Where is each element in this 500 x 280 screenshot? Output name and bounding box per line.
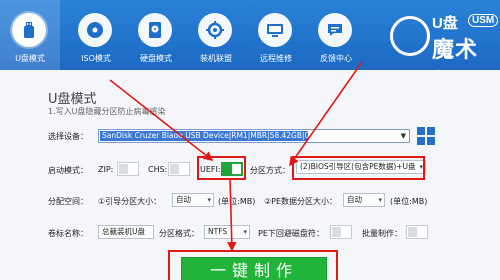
device-select[interactable]: SanDisk Cruzer Blade USB Device|RM1|MBR|… [98,129,410,143]
mode-title: U盘模式 [48,92,97,107]
pe-hide-toggle[interactable] [330,225,352,239]
partition-highlight-box [292,156,425,180]
nav-label: 硬盘模式 [140,54,172,63]
volume-label: 卷标名称： [48,229,88,238]
nav-label: U盘模式 [15,54,45,63]
pe-size-value: 自动 [347,195,362,204]
chevron-down-icon: ▾ [243,228,247,236]
top-nav-bar: U盘模式 ISO模式 硬盘模式 装机联盟 远程维修 反馈中心 U盘 USM 魔术 [0,0,500,95]
chevron-down-icon: ▾ [207,196,211,204]
boot-size-select[interactable]: 自动 ▾ [172,193,214,207]
make-button-highlight-box [168,250,338,280]
boot-size-label: ①引导分区大小： [98,197,162,206]
zip-toggle[interactable] [117,162,139,176]
hard-disk-icon [138,13,172,47]
nav-label: 装机联盟 [200,54,232,63]
chs-toggle[interactable] [168,162,190,176]
app-logo: U盘 USM 魔术师 [388,8,499,95]
batch-toggle[interactable] [406,225,428,239]
nav-usb-mode[interactable]: U盘模式 [0,0,60,70]
fs-label: 分区格式： [159,229,199,238]
nav-install-union[interactable]: 装机联盟 [186,0,246,70]
feedback-icon [318,13,352,47]
boot-size-value: 自动 [176,195,191,204]
mode-description: 1.写入U盘隐藏分区防止病毒感染 [48,107,166,116]
nav-label: ISO模式 [81,54,111,63]
app-window: U盘模式 ISO模式 硬盘模式 装机联盟 远程维修 反馈中心 U盘 USM 魔术… [0,0,500,280]
allocate-label: 分配空间： [48,197,88,206]
fs-select[interactable]: NTFS ▾ [204,225,250,239]
boot-unit-label: (单位:MB) [218,197,256,206]
nav-remote-repair[interactable]: 远程维修 [246,0,306,70]
boot-mode-label: 启动模式： [48,166,88,175]
logo-usm: USM [468,14,499,27]
nav-feedback-center[interactable]: 反馈中心 [306,0,366,70]
volume-name-value: 总裁装机U盘 [102,227,145,236]
disc-icon [78,13,112,47]
chs-label: CHS: [148,165,168,174]
pe-unit-label: (单位:MB) [390,197,428,206]
batch-label: 批量制作： [362,229,402,238]
partition-mode-label: 分区方式： [250,166,290,175]
tools-icon [198,13,232,47]
chevron-down-icon: ▾ [378,196,382,204]
logo-u: U盘 [432,15,458,32]
pe-size-label: ②PE数据分区大小： [264,197,338,206]
zip-label: ZIP: [98,165,114,174]
pe-hide-label: PE下回避磁盘符： [258,229,324,238]
volume-name-input[interactable]: 总裁装机U盘 [98,225,154,239]
nav-iso-mode[interactable]: ISO模式 [66,0,126,70]
nav-disk-mode[interactable]: 硬盘模式 [126,0,186,70]
nav-label: 远程维修 [260,54,292,63]
device-selected-value: SanDisk Cruzer Blade USB Device|RM1|MBR|… [100,131,322,141]
usb-drive-icon [12,13,46,47]
uefi-highlight-box [197,156,246,180]
logo-mark [390,16,430,56]
pe-size-select[interactable]: 自动 ▾ [343,193,385,207]
fs-value: NTFS [208,227,228,236]
windows-icon[interactable] [417,127,435,145]
device-label: 选择设备： [48,132,88,141]
chevron-down-icon: ▼ [400,132,406,140]
remote-icon [258,13,292,47]
nav-label: 反馈中心 [320,54,352,63]
